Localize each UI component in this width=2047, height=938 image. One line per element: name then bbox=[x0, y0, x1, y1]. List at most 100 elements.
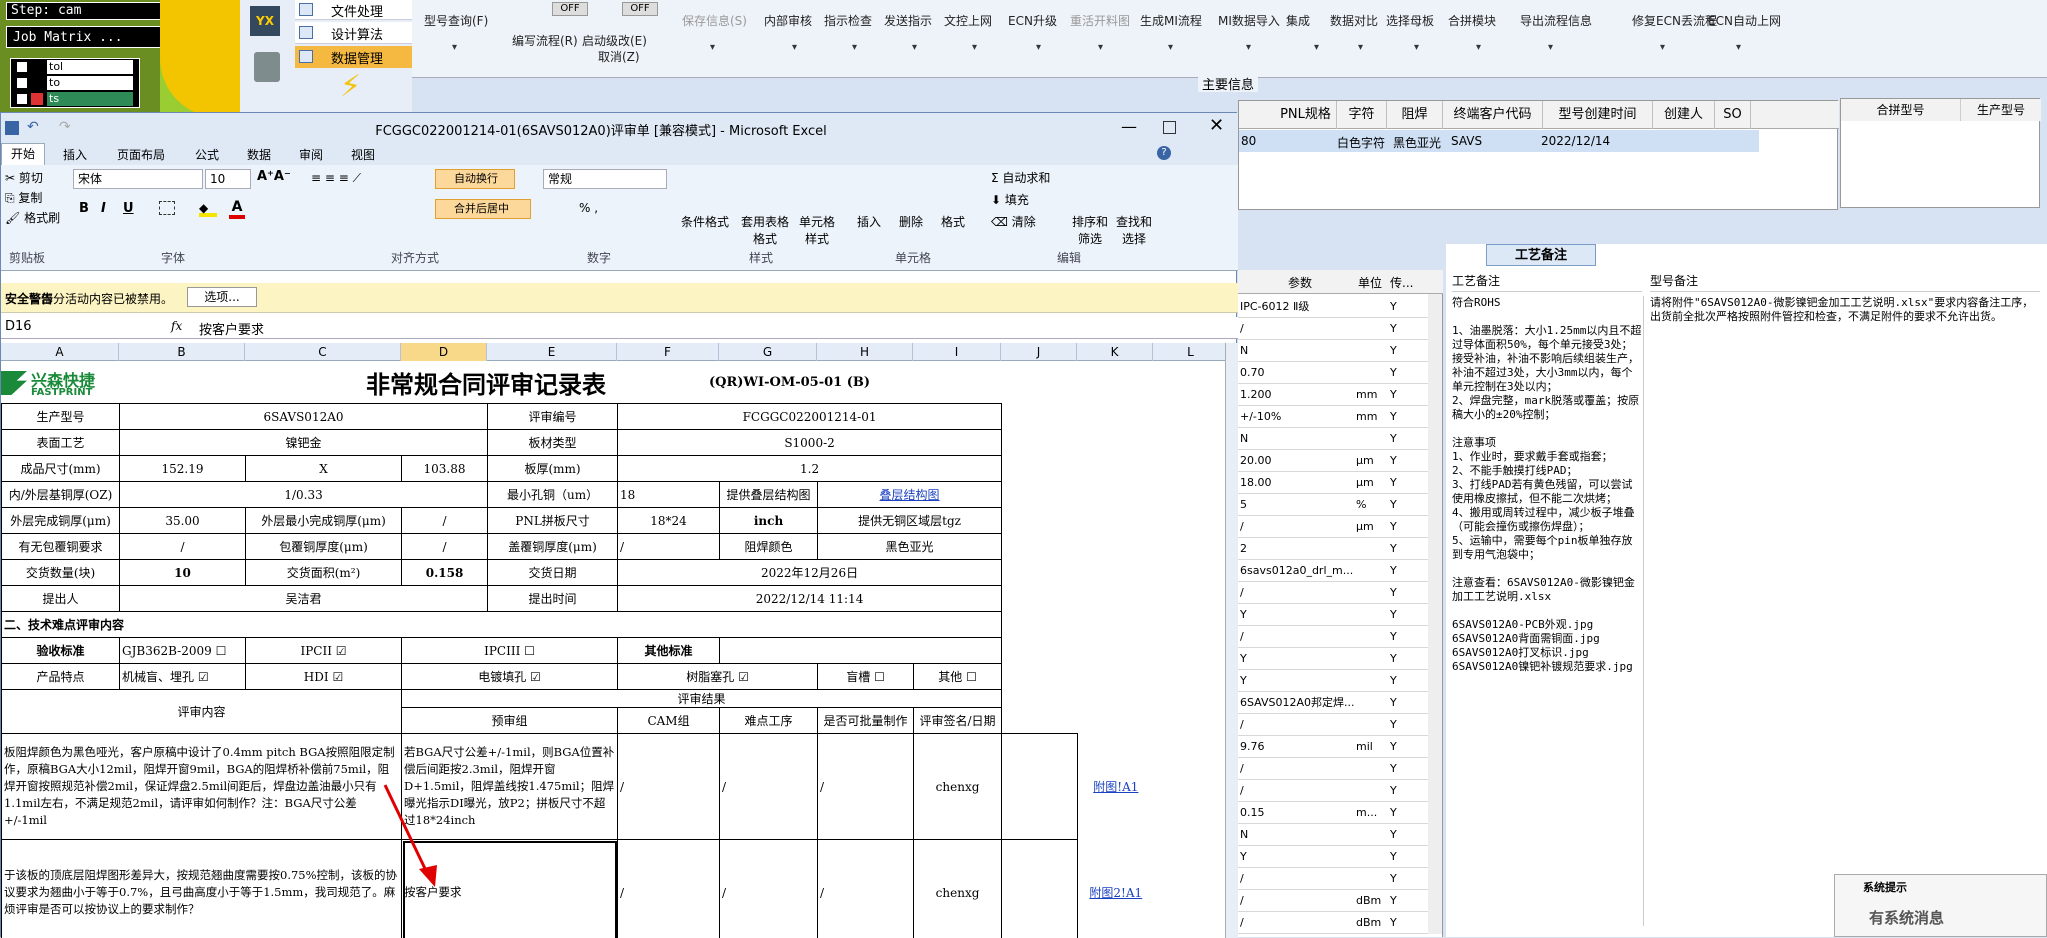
cond-format-button[interactable]: 条件格式 bbox=[681, 213, 729, 230]
cell[interactable]: 6SAVS012A0 bbox=[120, 404, 488, 430]
params-row[interactable]: /Y bbox=[1238, 626, 1433, 648]
cell[interactable]: chenxg bbox=[914, 840, 1002, 938]
params-row[interactable]: 20.00μmY bbox=[1238, 450, 1433, 472]
col-solder[interactable]: 阻焊 bbox=[1387, 101, 1443, 129]
cell[interactable]: 提出人 bbox=[2, 586, 120, 612]
cell[interactable]: FCGGC022001214-01 bbox=[618, 404, 1002, 430]
toggle-switch[interactable]: OFF bbox=[552, 2, 588, 16]
cell[interactable]: / bbox=[720, 734, 818, 840]
cell[interactable]: CAM组 bbox=[618, 708, 720, 734]
dropdown-arrow-icon[interactable]: ▾ bbox=[1414, 42, 1419, 53]
params-row[interactable]: 0.15m...Y bbox=[1238, 802, 1433, 824]
column-header[interactable]: B bbox=[119, 343, 245, 361]
column-header[interactable]: K bbox=[1077, 343, 1153, 361]
cell[interactable]: 盖覆铜厚度(μm) bbox=[488, 534, 618, 560]
cell[interactable]: 评审结果 bbox=[402, 690, 1002, 708]
params-row[interactable]: 5%Y bbox=[1238, 494, 1433, 516]
toolbar-button[interactable]: 导出流程信息 bbox=[1520, 12, 1592, 29]
toolbar-button[interactable]: 修复ECN丢流程 bbox=[1632, 12, 1717, 29]
column-header[interactable]: A bbox=[1, 343, 119, 361]
format-painter-button[interactable]: 🖌 格式刷 bbox=[5, 209, 60, 226]
toggle-switch[interactable]: OFF bbox=[622, 2, 658, 16]
format-cells-button[interactable]: 格式 bbox=[941, 213, 965, 230]
cell[interactable]: 10 bbox=[120, 560, 246, 586]
tab-process[interactable]: 工艺备注 bbox=[1486, 244, 1596, 266]
border-button[interactable] bbox=[159, 201, 175, 215]
tab-view[interactable]: 视图 bbox=[351, 146, 375, 163]
col-customer[interactable]: 终端客户代码 bbox=[1443, 101, 1543, 129]
params-row[interactable]: /Y bbox=[1238, 714, 1433, 736]
cell[interactable]: IPCIII ☐ bbox=[402, 638, 618, 664]
sheet-scrollbar[interactable] bbox=[1225, 343, 1238, 938]
cell[interactable]: / bbox=[818, 840, 914, 938]
column-header[interactable]: I bbox=[913, 343, 1001, 361]
cell[interactable]: / bbox=[402, 534, 488, 560]
cell[interactable]: / bbox=[402, 508, 488, 534]
number-format-select[interactable]: 常规 bbox=[543, 169, 667, 189]
attach-link-1[interactable]: 附图!A1 bbox=[1078, 734, 1154, 840]
save-icon[interactable] bbox=[5, 121, 19, 135]
col-so[interactable]: SO bbox=[1715, 101, 1751, 129]
params-row[interactable]: 6savs012a0_drl_m...Y bbox=[1238, 560, 1433, 582]
layer-item[interactable]: tol bbox=[47, 60, 133, 74]
cell[interactable]: 产品特点 bbox=[2, 664, 120, 690]
column-header[interactable]: E bbox=[487, 343, 617, 361]
params-row[interactable]: /Y bbox=[1238, 318, 1433, 340]
dropdown-arrow-icon[interactable]: ▾ bbox=[852, 42, 857, 53]
cell[interactable] bbox=[1002, 664, 1154, 690]
cell[interactable]: 电镀填孔 ☑ bbox=[402, 664, 618, 690]
cell[interactable]: 最小孔铜（um） bbox=[488, 482, 618, 508]
params-row[interactable]: NY bbox=[1238, 340, 1433, 362]
cell[interactable]: 2022/12/14 11:14 bbox=[618, 586, 1002, 612]
delete-cells-button[interactable]: 删除 bbox=[899, 213, 923, 230]
cell[interactable]: 盲槽 ☐ bbox=[818, 664, 914, 690]
column-header[interactable]: G bbox=[719, 343, 817, 361]
maximize-button[interactable] bbox=[1163, 121, 1176, 134]
tab-formula[interactable]: 公式 bbox=[195, 146, 219, 163]
cell[interactable]: / bbox=[818, 734, 914, 840]
cell[interactable]: 提供叠层结构图 bbox=[720, 482, 818, 508]
cell[interactable]: IPCII ☑ bbox=[246, 638, 402, 664]
params-row[interactable]: 6SAVS012A0邦定焊...Y bbox=[1238, 692, 1433, 714]
col-merge[interactable]: 合拼型号 bbox=[1841, 99, 1961, 121]
toolbar-button[interactable]: 数据对比 bbox=[1330, 12, 1378, 29]
cell[interactable]: / bbox=[618, 734, 720, 840]
cell[interactable] bbox=[1002, 690, 1154, 734]
font-name-select[interactable]: 宋体 bbox=[73, 169, 203, 189]
cell[interactable]: 1/0.33 bbox=[120, 482, 488, 508]
cell[interactable]: / bbox=[120, 534, 246, 560]
dropdown-arrow-icon[interactable]: ▾ bbox=[1476, 42, 1481, 53]
cell[interactable]: 有无包覆铜要求 bbox=[2, 534, 120, 560]
job-matrix-button[interactable]: Job Matrix ... bbox=[6, 26, 164, 48]
params-row[interactable]: 0.70Y bbox=[1238, 362, 1433, 384]
params-row[interactable]: YY bbox=[1238, 670, 1433, 692]
stackup-link[interactable]: 叠层结构图 bbox=[818, 482, 1002, 508]
params-row[interactable]: 9.76milY bbox=[1238, 736, 1433, 758]
cell[interactable]: GJB362B-2009 ☐ bbox=[120, 638, 246, 664]
cell[interactable]: 外层完成铜厚(μm) bbox=[2, 508, 120, 534]
cell[interactable]: 提出时间 bbox=[488, 586, 618, 612]
toolbar-button[interactable]: 指示检查 bbox=[824, 12, 872, 29]
process-notes[interactable]: 符合ROHS 1、油墨脱落：大小1.25mm以内且不超过导体面积50%，每个单元… bbox=[1452, 296, 1644, 926]
grow-font-button[interactable]: A⁺A⁻ bbox=[257, 169, 291, 184]
params-row[interactable]: 1.200mmY bbox=[1238, 384, 1433, 406]
toolbar-button[interactable]: 文控上网 bbox=[944, 12, 992, 29]
cell[interactable]: PNL拼板尺寸 bbox=[488, 508, 618, 534]
cell[interactable]: chenxg bbox=[914, 734, 1002, 840]
cell[interactable]: 其他标准 bbox=[618, 638, 720, 664]
cell[interactable]: 于该板的顶底层阻焊图形差异大，按规范翘曲度需要按0.75%控制，该板的协议要求为… bbox=[2, 840, 402, 938]
cell[interactable]: 152.19 bbox=[120, 456, 246, 482]
params-row[interactable]: /Y bbox=[1238, 780, 1433, 802]
calc-icon[interactable] bbox=[254, 52, 280, 82]
cell[interactable]: 103.88 bbox=[402, 456, 488, 482]
copy-button[interactable]: ⎘ 复制 bbox=[5, 189, 42, 206]
cell[interactable]: / bbox=[720, 840, 818, 938]
column-header[interactable]: J bbox=[1001, 343, 1077, 361]
column-header[interactable]: L bbox=[1153, 343, 1229, 361]
params-scrollbar[interactable] bbox=[1428, 294, 1442, 934]
dropdown-arrow-icon[interactable]: ▾ bbox=[1036, 42, 1041, 53]
params-row[interactable]: IPC-6012 Ⅱ级Y bbox=[1238, 296, 1433, 318]
dropdown-arrow-icon[interactable]: ▾ bbox=[792, 42, 797, 53]
layer-item[interactable]: to bbox=[47, 76, 133, 90]
col-prodmodel[interactable]: 生产型号 bbox=[1961, 99, 2041, 121]
